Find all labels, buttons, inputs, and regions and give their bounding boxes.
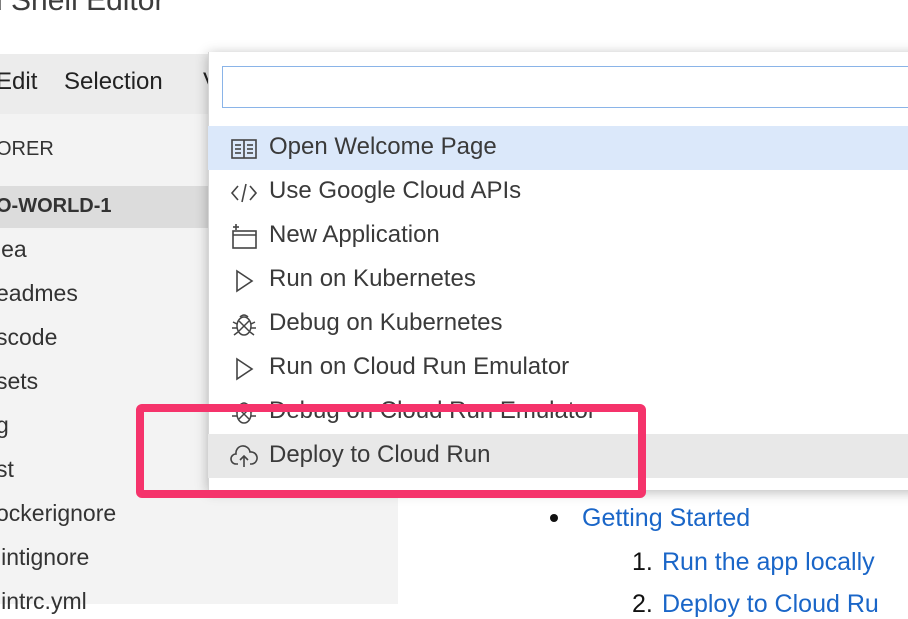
book-icon <box>230 136 258 162</box>
explorer-item[interactable]: ockerignore <box>0 500 116 527</box>
palette-item-debug-on-cloud-run-emulator[interactable]: Debug on Cloud Run Emulator <box>208 390 908 434</box>
explorer-item[interactable]: lea <box>0 236 27 263</box>
menu-selection[interactable]: Selection <box>64 68 163 96</box>
palette-item-run-on-kubernetes[interactable]: Run on Kubernetes <box>208 258 908 302</box>
explorer-item[interactable]: eadmes <box>0 280 78 307</box>
palette-item-label: Debug on Kubernetes <box>269 309 503 336</box>
code-icon <box>230 180 258 206</box>
palette-item-label: New Application <box>269 221 440 248</box>
palette-item-debug-on-kubernetes[interactable]: Debug on Kubernetes <box>208 302 908 346</box>
palette-item-new-application[interactable]: New Application <box>208 214 908 258</box>
getting-started-link[interactable]: Getting Started <box>582 504 750 533</box>
bug-icon <box>230 312 258 338</box>
play-icon <box>230 356 258 382</box>
palette-item-run-on-cloud-run-emulator[interactable]: Run on Cloud Run Emulator <box>208 346 908 390</box>
explorer-item[interactable]: lintignore <box>0 544 89 571</box>
list-number: 1. <box>632 548 653 576</box>
new-app-icon <box>230 224 258 250</box>
palette-item-open-welcome-page[interactable]: Open Welcome Page <box>208 126 908 170</box>
explorer-item[interactable]: scode <box>0 324 57 351</box>
palette-item-deploy-to-cloud-run[interactable]: Deploy to Cloud Run <box>208 434 908 478</box>
palette-item-label: Run on Kubernetes <box>269 265 476 292</box>
explorer-item[interactable]: g <box>0 412 9 439</box>
menu-edit[interactable]: Edit <box>0 68 37 96</box>
command-palette-input[interactable] <box>222 66 908 108</box>
explorer-item[interactable]: lintrc.yml <box>0 588 87 615</box>
palette-item-label: Run on Cloud Run Emulator <box>269 353 570 380</box>
palette-item-label: Use Google Cloud APIs <box>269 177 522 204</box>
palette-item-label: Deploy to Cloud Run <box>269 441 491 468</box>
cloud-upload-icon <box>230 444 258 470</box>
list-number: 2. <box>632 590 653 618</box>
explorer-item[interactable]: sets <box>0 368 38 395</box>
window-title: d Shell Editor <box>0 0 165 17</box>
play-icon <box>230 268 258 294</box>
deploy-cloud-run-link[interactable]: Deploy to Cloud Ru <box>662 590 879 619</box>
explorer-header: ORER <box>0 138 54 160</box>
palette-item-label: Open Welcome Page <box>269 133 497 160</box>
explorer-item[interactable]: st <box>0 456 14 483</box>
list-bullet <box>550 514 558 522</box>
palette-item-use-google-cloud-apis[interactable]: Use Google Cloud APIs <box>208 170 908 214</box>
bug-icon <box>230 400 258 426</box>
run-locally-link[interactable]: Run the app locally <box>662 548 875 577</box>
workspace-folder-label: O-WORLD-1 <box>0 195 112 217</box>
palette-item-label: Debug on Cloud Run Emulator <box>269 397 596 424</box>
